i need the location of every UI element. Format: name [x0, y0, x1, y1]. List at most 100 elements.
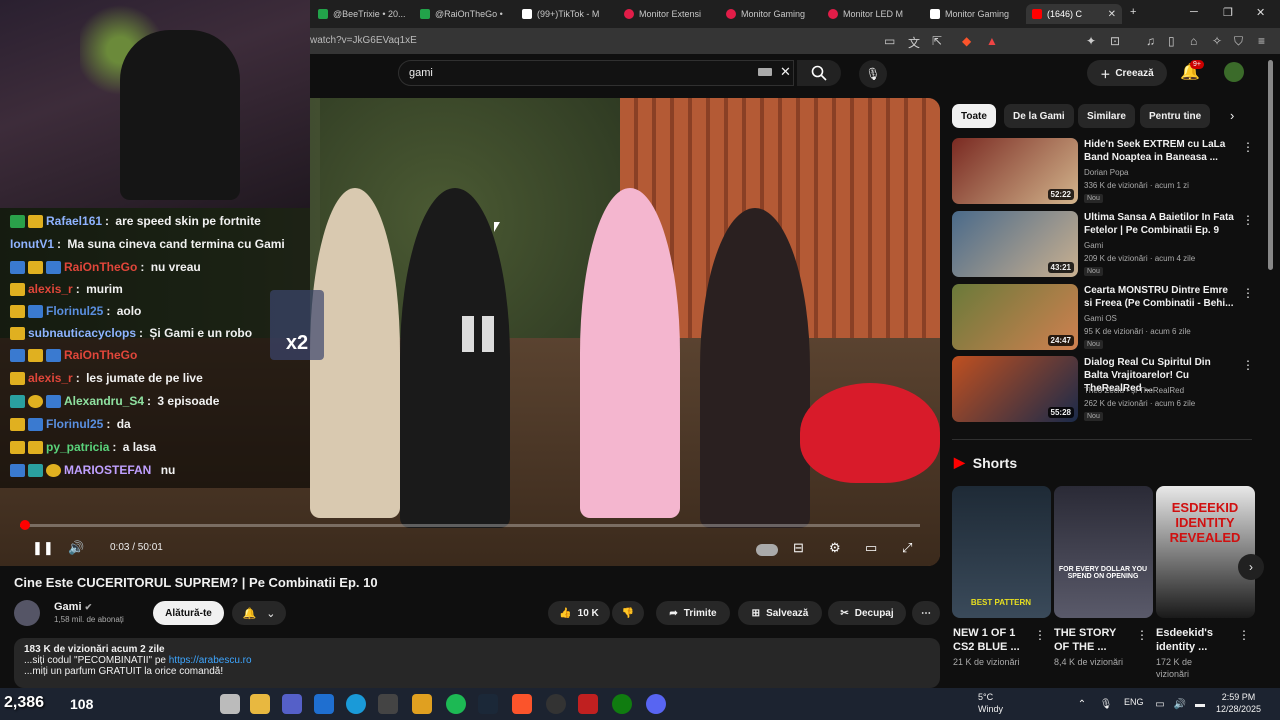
extensions-icon[interactable]: ✦	[1086, 34, 1096, 48]
voice-search-button[interactable]: 🎙	[859, 60, 887, 88]
chip-all[interactable]: Toate	[952, 104, 996, 128]
recommended-title[interactable]: Ultima Sansa A Baietilor In Fata Fetelor…	[1084, 211, 1234, 237]
video-description[interactable]: 183 K de vizionări acum 2 zile ...siți c…	[14, 638, 940, 688]
tab-3[interactable]: (99+)TikTok - M	[516, 4, 616, 24]
shorts-next-button[interactable]: ›	[1238, 554, 1264, 580]
minimize-icon[interactable]: ─	[1190, 6, 1198, 18]
store-bag-icon[interactable]	[412, 694, 432, 714]
recommended-channel[interactable]: Gami OS	[1084, 314, 1117, 323]
scrollbar-thumb[interactable]	[1268, 60, 1273, 270]
chip-from-gami[interactable]: De la Gami	[1004, 104, 1074, 128]
tab-2[interactable]: @RaiOnTheGo •	[414, 4, 514, 24]
video-thumbnail[interactable]: 52:22	[952, 138, 1078, 204]
xbox-icon[interactable]	[612, 694, 632, 714]
recommended-video[interactable]: 24:47 Cearta MONSTRU Dintre Emre si Free…	[952, 284, 1254, 350]
pause-icon[interactable]: ❚❚	[32, 540, 54, 556]
video-thumbnail[interactable]: 55:28	[952, 356, 1078, 422]
bookmarks-icon[interactable]: ⌂	[1190, 34, 1197, 48]
tab-6[interactable]: Monitor LED M	[822, 4, 922, 24]
keyboard-icon[interactable]	[758, 68, 772, 76]
edge-icon[interactable]	[346, 694, 366, 714]
progress-bar[interactable]	[20, 520, 920, 530]
file-explorer-icon[interactable]	[250, 694, 270, 714]
save-button[interactable]: ⊞ Salvează	[738, 601, 822, 625]
url-field[interactable]: watch?v=JkG6EVaq1xE	[310, 35, 417, 46]
recommended-title[interactable]: Cearta MONSTRU Dintre Emre si Freea (Pe …	[1084, 284, 1234, 310]
dislike-button[interactable]: 👎	[612, 601, 644, 625]
brave-icon[interactable]	[512, 694, 532, 714]
tab-5[interactable]: Monitor Gaming	[720, 4, 820, 24]
weather-widget[interactable]: 5°C Windy	[978, 691, 1003, 715]
close-tab-icon[interactable]: ✕	[1108, 9, 1116, 20]
progress-scrubber[interactable]	[20, 520, 30, 530]
system-clock[interactable]: 2:59 PM 12/28/2025	[1216, 691, 1261, 715]
account-avatar[interactable]	[1224, 62, 1244, 82]
new-tab-button[interactable]: +	[1130, 6, 1136, 18]
music-icon[interactable]: ♫	[1146, 34, 1155, 48]
screenshot-icon[interactable]: ⊡	[1110, 34, 1120, 48]
cast-icon[interactable]: ▭	[884, 34, 895, 48]
tray-chevron-icon[interactable]: ⌃	[1072, 694, 1092, 714]
clear-search-icon[interactable]: ✕	[780, 64, 791, 80]
chip-related[interactable]: Similare	[1078, 104, 1135, 128]
join-button[interactable]: Alătură-te	[153, 601, 224, 625]
app-icon[interactable]	[378, 694, 398, 714]
page-scrollbar[interactable]	[1268, 60, 1274, 680]
recommended-video[interactable]: 52:22 Hide'n Seek EXTREM cu LaLa Band No…	[952, 138, 1254, 204]
short-title[interactable]: NEW 1 OF 1 CS2 BLUE ...	[953, 626, 1033, 654]
network-icon[interactable]: ▭	[1150, 694, 1170, 714]
recommended-video[interactable]: 43:21 Ultima Sansa A Baietilor In Fata F…	[952, 211, 1254, 277]
translate-icon[interactable]: 文	[908, 34, 920, 51]
chip-for-you[interactable]: Pentru tine	[1140, 104, 1211, 128]
more-vertical-icon[interactable]: ⋮	[1136, 628, 1148, 642]
tab-youtube-active[interactable]: (1646) C ✕	[1026, 4, 1122, 24]
subscription-notifications-button[interactable]: 🔔 ⌄	[232, 601, 286, 625]
settings-gear-icon[interactable]: ⚙	[829, 540, 841, 556]
search-input[interactable]: gami	[398, 60, 794, 86]
teams-icon[interactable]	[282, 694, 302, 714]
description-link[interactable]: https://arabescu.ro	[169, 655, 252, 666]
chevron-right-icon[interactable]: ›	[1230, 108, 1234, 123]
clip-button[interactable]: ✂ Decupaj	[828, 601, 906, 625]
brave-rewards-icon[interactable]: ▲	[986, 34, 998, 48]
fullscreen-icon[interactable]: ⤢	[902, 540, 912, 556]
channel-avatar[interactable]	[14, 600, 40, 626]
volume-icon[interactable]: 🔊	[68, 540, 84, 556]
recommended-channel[interactable]: Dorian Popa	[1084, 168, 1128, 177]
ai-icon[interactable]: ✧	[1212, 34, 1222, 48]
tab-4[interactable]: Monitor Extensi	[618, 4, 718, 24]
short-title[interactable]: THE STORY OF THE ...	[1054, 626, 1134, 654]
short-thumbnail[interactable]: FOR EVERY DOLLAR YOU SPEND ON OPENING	[1054, 486, 1153, 618]
more-actions-button[interactable]: ⋯	[912, 601, 940, 625]
recommended-video[interactable]: 55:28 Dialog Real Cu Spiritul Din Balta …	[952, 356, 1254, 422]
task-view-icon[interactable]	[220, 694, 240, 714]
video-thumbnail[interactable]: 24:47	[952, 284, 1078, 350]
tab-7[interactable]: Monitor Gaming	[924, 4, 1024, 24]
menu-icon[interactable]: ≡	[1258, 34, 1265, 48]
short-title[interactable]: Esdeekid's identity ...	[1156, 626, 1236, 654]
short-thumbnail[interactable]: ESDEEKID IDENTITY REVEALED	[1156, 486, 1255, 618]
brave-shield-icon[interactable]: ◆	[962, 34, 971, 48]
more-vertical-icon[interactable]: ⋮	[1242, 286, 1254, 300]
subtitles-icon[interactable]: ⊟	[793, 540, 804, 556]
obs-icon[interactable]	[546, 694, 566, 714]
language-indicator[interactable]: ENG	[1124, 697, 1144, 707]
app-icon[interactable]	[578, 694, 598, 714]
more-vertical-icon[interactable]: ⋮	[1242, 213, 1254, 227]
like-button[interactable]: 👍 10 K	[548, 601, 610, 625]
short-thumbnail[interactable]: BEST PATTERN	[952, 486, 1051, 618]
create-button[interactable]: ＋ Creează	[1087, 60, 1167, 86]
close-window-icon[interactable]: ✕	[1256, 6, 1265, 19]
theater-mode-icon[interactable]: ▭	[865, 540, 877, 556]
more-vertical-icon[interactable]: ⋮	[1034, 628, 1046, 642]
more-vertical-icon[interactable]: ⋮	[1242, 140, 1254, 154]
autoplay-toggle[interactable]	[756, 544, 778, 556]
microphone-tray-icon[interactable]: 🎙	[1096, 694, 1116, 714]
share-button[interactable]: ➦ Trimite	[656, 601, 730, 625]
store-icon[interactable]	[314, 694, 334, 714]
spotify-icon[interactable]	[446, 694, 466, 714]
share-icon[interactable]: ⇱	[932, 34, 942, 48]
discord-icon[interactable]	[646, 694, 666, 714]
battery-icon[interactable]: ▬	[1190, 694, 1210, 714]
vpn-icon[interactable]: ⛉	[1234, 34, 1243, 49]
